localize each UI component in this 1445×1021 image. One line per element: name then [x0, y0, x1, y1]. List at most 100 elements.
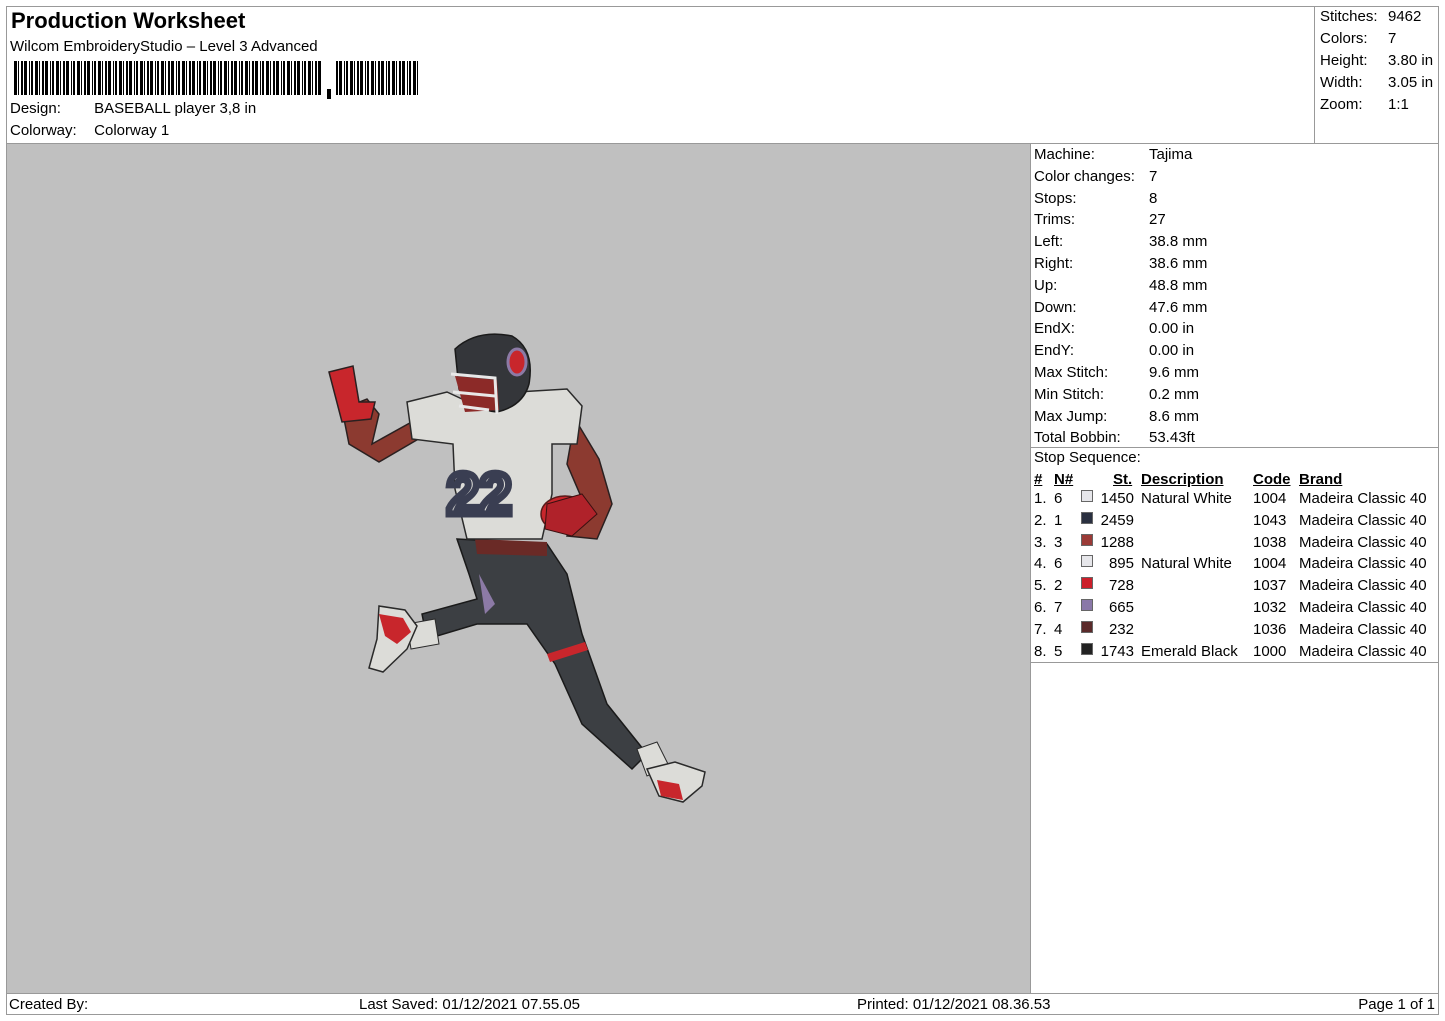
barcode-bar — [231, 61, 233, 95]
barcode-separator — [327, 89, 331, 99]
barcode-bar — [161, 61, 164, 95]
machine-row: Up: 48.8 mm — [1034, 277, 1207, 294]
barcode-bar — [276, 61, 279, 95]
barcode-bar — [157, 61, 159, 95]
barcode-bar — [255, 61, 258, 95]
design-preview: 22 — [7, 143, 1031, 994]
stitch-count: 232 — [1108, 620, 1134, 638]
barcode-bar — [119, 61, 122, 95]
barcode-bar — [136, 61, 138, 95]
barcode-bar — [241, 61, 243, 95]
colorway-value: Colorway 1 — [94, 122, 170, 139]
barcode-bar — [407, 61, 408, 95]
barcode-bar — [312, 61, 313, 95]
football-player-embroidery: 22 — [328, 333, 706, 803]
table-row: 8. 5 1743 Emerald Black 1000 Madeira Classic … — [1031, 642, 1439, 665]
machine-row: Max Stitch: 9.6 mm — [1034, 364, 1199, 381]
table-row: 6. 7 665 1032 Madeira Classic 40 — [1031, 599, 1439, 621]
barcode-bar — [409, 61, 411, 95]
table-row: 7. 4 232 1036 Madeira Classic 40 — [1031, 620, 1439, 643]
thread-brand: Madeira Classic 40 — [1299, 620, 1427, 638]
barcode-bar — [134, 61, 135, 95]
barcode-bar — [378, 61, 380, 95]
machine-value: 27 — [1149, 211, 1166, 229]
machine-label: Left: — [1034, 233, 1064, 251]
barcode-bar — [315, 61, 317, 95]
barcode-bar — [281, 61, 282, 95]
stitch-count: 665 — [1108, 599, 1134, 616]
thread-color-swatch — [1081, 511, 1093, 524]
barcode-bar — [71, 61, 72, 95]
barcode-bar — [287, 61, 290, 95]
barcode-bar — [60, 61, 61, 95]
barcode-bar — [392, 61, 395, 95]
barcode-bar — [386, 61, 387, 95]
barcode-bar — [357, 61, 359, 95]
stop-number: 6. — [1034, 599, 1047, 616]
thread-color-swatch — [1081, 577, 1093, 590]
machine-value: 7 — [1149, 167, 1158, 185]
worksheet-footer: Created By: Last Saved: 01/12/2021 07.55… — [6, 993, 1439, 1016]
barcode-bar — [14, 61, 17, 95]
thread-color-swatch — [1081, 490, 1093, 502]
barcode-bar — [344, 61, 345, 95]
stitch-count: 1288 — [1100, 533, 1134, 551]
page-number: Page 1 of 1 — [1358, 996, 1435, 1013]
barcode-bar — [105, 61, 107, 95]
needle-number: 6 — [1054, 555, 1063, 573]
barcode-bar — [336, 61, 338, 95]
barcode-bar — [260, 61, 261, 95]
machine-row: Total Bobbin: 53.43ft — [1034, 429, 1195, 446]
colorway-label: Colorway: — [10, 122, 77, 139]
barcode-bar — [375, 61, 376, 95]
machine-label: Down: — [1034, 298, 1077, 316]
barcode-bar — [245, 61, 248, 95]
col-header-stitches: St. — [1113, 471, 1133, 488]
barcode-bar — [155, 61, 156, 95]
thread-brand: Madeira Classic 40 — [1299, 490, 1427, 507]
barcode-bar — [171, 61, 174, 95]
barcode-bar — [213, 61, 216, 95]
machine-row: EndY: 0.00 in — [1034, 342, 1194, 359]
barcode-bar — [234, 61, 237, 95]
barcode-bar — [102, 61, 103, 95]
barcode-bar — [126, 61, 128, 95]
barcode-bar — [115, 61, 117, 95]
needle-number: 7 — [1054, 599, 1063, 616]
machine-value: 38.8 mm — [1149, 233, 1208, 251]
barcode-bar — [192, 61, 195, 95]
machine-row: Trims: 27 — [1034, 211, 1166, 228]
barcode-bar — [228, 61, 229, 95]
summary-value: 9462 — [1388, 8, 1422, 25]
thread-brand: Madeira Classic 40 — [1299, 642, 1427, 660]
thread-brand: Madeira Classic 40 — [1299, 555, 1427, 573]
machine-label: Color changes: — [1034, 167, 1135, 185]
barcode-bar — [339, 61, 342, 95]
barcode-bar — [45, 61, 48, 95]
barcode-bar — [42, 61, 44, 95]
barcode-bar — [182, 61, 185, 95]
barcode-bar — [144, 61, 145, 95]
machine-value: 0.00 in — [1149, 342, 1195, 360]
raised-glove — [328, 365, 376, 423]
machine-label: Machine: — [1034, 146, 1095, 163]
thread-color-swatch — [1081, 620, 1093, 633]
barcode-bar — [186, 61, 187, 95]
barcode — [14, 61, 418, 99]
barcode-bar — [239, 61, 240, 95]
thread-color-swatch — [1081, 533, 1093, 546]
barcode-bar — [178, 61, 180, 95]
barcode-bar — [360, 61, 363, 95]
barcode-bar — [388, 61, 390, 95]
barcode-bar — [24, 61, 27, 95]
barcode-bar — [297, 61, 300, 95]
barcode-bar — [273, 61, 275, 95]
thread-code: 1032 — [1253, 599, 1287, 616]
barcode-bar — [417, 61, 418, 95]
stop-number: 7. — [1034, 620, 1047, 638]
machine-value: 9.6 mm — [1149, 364, 1200, 381]
barcode-bar — [350, 61, 353, 95]
machine-label: Max Stitch: — [1034, 364, 1109, 381]
machine-value: 47.6 mm — [1149, 298, 1208, 316]
barcode-bar — [396, 61, 397, 95]
